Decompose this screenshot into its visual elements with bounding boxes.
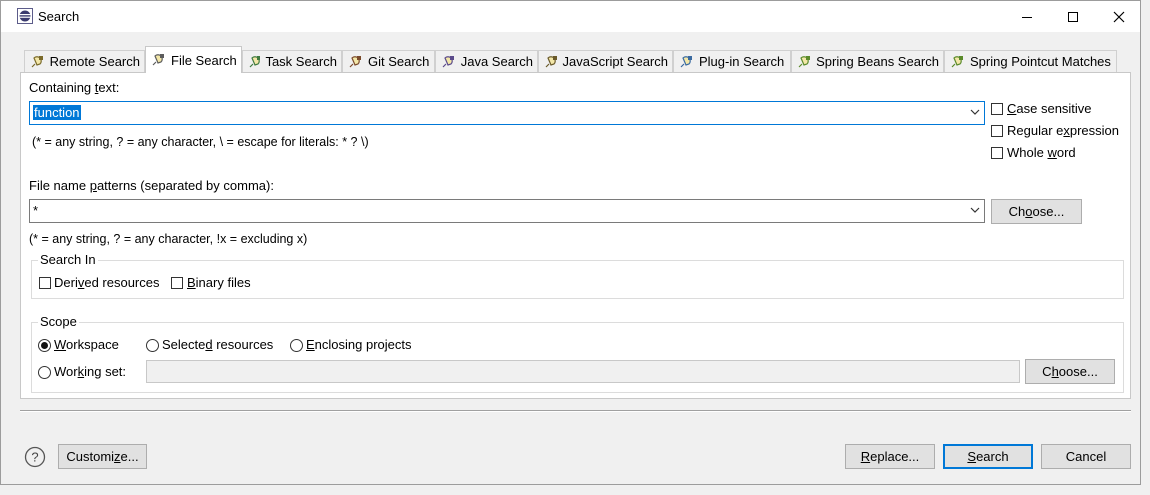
tab-file-search[interactable]: File Search <box>145 46 242 73</box>
tab-javascript-search[interactable]: JavaScript Search <box>538 50 673 72</box>
enclosing-projects-radio[interactable] <box>290 339 303 352</box>
footer-separator-highlight <box>20 411 1131 412</box>
regular-expression-checkbox[interactable] <box>991 125 1003 137</box>
working-set-field <box>146 360 1020 383</box>
containing-text-hint: (* = any string, ? = any character, \ = … <box>32 135 369 149</box>
tab-task-search[interactable]: Task Search <box>242 50 342 72</box>
search-tab-icon <box>680 55 692 67</box>
file-name-patterns-hint: (* = any string, ? = any character, !x =… <box>29 232 308 246</box>
maximize-icon <box>1068 11 1078 22</box>
tab-spring-pointcut-matches[interactable]: Spring Pointcut Matches <box>944 50 1117 72</box>
whole-word-label[interactable]: Whole word <box>1007 145 1076 160</box>
search-tab-icon <box>349 55 361 67</box>
tab-label: Spring Pointcut Matches <box>970 54 1111 69</box>
workspace-radio[interactable] <box>38 339 51 352</box>
search-tab-icon <box>545 55 557 67</box>
minimize-icon <box>1022 16 1032 18</box>
containing-text-label: Containing text: <box>29 80 120 95</box>
close-button[interactable] <box>1096 1 1142 32</box>
case-sensitive-checkbox[interactable] <box>991 103 1003 115</box>
tab-plug-in-search[interactable]: Plug-in Search <box>673 50 791 72</box>
case-sensitive-label[interactable]: Case sensitive <box>1007 101 1092 116</box>
tab-label: Task Search <box>265 54 337 69</box>
tab-java-search[interactable]: Java Search <box>435 50 538 72</box>
tab-label: Git Search <box>368 54 430 69</box>
eclipse-icon <box>17 8 33 24</box>
tab-label: Java Search <box>460 54 533 69</box>
window-title: Search <box>38 9 80 24</box>
whole-word-checkbox[interactable] <box>991 147 1003 159</box>
selected-resources-radio[interactable] <box>146 339 159 352</box>
svg-text:?: ? <box>31 450 38 465</box>
search-tab-icon <box>798 55 810 67</box>
tab-label: JavaScript Search <box>562 54 669 69</box>
selected-resources-label[interactable]: Selected resources <box>162 337 273 352</box>
working-set-radio[interactable] <box>38 366 51 379</box>
tab-label: Remote Search <box>49 54 140 69</box>
tab-label: File Search <box>171 52 237 68</box>
search-in-group: Search In Derived resources Binary files <box>31 252 1124 299</box>
binary-files-checkbox[interactable] <box>171 277 183 289</box>
minimize-button[interactable] <box>1004 1 1050 32</box>
search-tab-icon <box>152 54 164 66</box>
working-set-label[interactable]: Working set: <box>54 364 126 379</box>
file-search-panel: Containing text: function (* = any strin… <box>20 72 1131 399</box>
containing-text-input[interactable]: function <box>33 105 81 120</box>
scope-legend: Scope <box>38 314 79 329</box>
close-icon <box>1113 11 1125 22</box>
search-tab-icon <box>951 55 963 67</box>
search-button[interactable]: Search <box>943 444 1033 469</box>
file-name-patterns-label: File name patterns (separated by comma): <box>29 178 274 193</box>
search-in-legend: Search In <box>38 252 98 267</box>
search-tab-icon <box>442 55 454 67</box>
chevron-down-icon[interactable] <box>970 107 980 117</box>
tab-spring-beans-search[interactable]: Spring Beans Search <box>791 50 944 72</box>
choose-working-set-button[interactable]: Ch oose... <box>1025 359 1115 384</box>
tab-git-search[interactable]: Git Search <box>342 50 435 72</box>
title-bar: Search <box>1 1 1140 32</box>
workspace-label[interactable]: Workspace <box>54 337 119 352</box>
file-name-patterns-combo[interactable]: * <box>29 199 985 223</box>
search-tab-icon <box>31 55 43 67</box>
cancel-button[interactable]: Cancel <box>1041 444 1131 469</box>
tab-remote-search[interactable]: Remote Search <box>24 50 145 72</box>
file-name-patterns-input[interactable]: * <box>33 203 38 218</box>
regular-expression-label[interactable]: Regular expression <box>1007 123 1119 138</box>
search-tab-icon <box>249 55 261 67</box>
customize-button[interactable]: Customi z e... <box>58 444 147 469</box>
enclosing-projects-label[interactable]: Enclosing projects <box>306 337 412 352</box>
choose-file-patterns-button[interactable]: Ch o ose... <box>991 199 1082 224</box>
tab-label: Spring Beans Search <box>816 54 939 69</box>
binary-files-label[interactable]: Binary files <box>187 275 251 290</box>
chevron-down-icon[interactable] <box>970 205 980 215</box>
maximize-button[interactable] <box>1050 1 1096 32</box>
replace-button[interactable]: Replace... <box>845 444 935 469</box>
help-icon[interactable]: ? <box>24 446 46 468</box>
containing-text-combo[interactable]: function <box>29 101 985 125</box>
tab-label: Plug-in Search <box>699 54 785 69</box>
scope-group: Scope Workspace Selected resources Enclo… <box>31 314 1124 393</box>
search-dialog: Search Remote Search File Search Task Sear… <box>0 0 1141 485</box>
derived-resources-checkbox[interactable] <box>39 277 51 289</box>
derived-resources-label[interactable]: Derived resources <box>54 275 160 290</box>
